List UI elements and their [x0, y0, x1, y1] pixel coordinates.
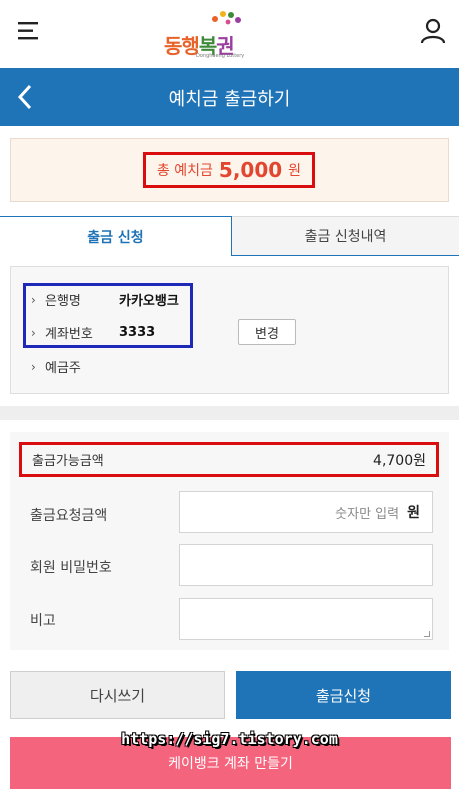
total-deposit-label: 총 예치금	[156, 163, 213, 179]
request-amount-unit: 원	[407, 505, 420, 521]
user-icon[interactable]	[420, 18, 446, 44]
page-header: 예치금 출금하기	[0, 68, 459, 126]
total-deposit-amount: 5,000	[218, 158, 283, 182]
reset-button[interactable]: 다시쓰기	[10, 671, 225, 719]
total-deposit-highlight: 총 예치금 5,000 원	[143, 152, 315, 188]
tab-withdraw-request[interactable]: 출금 신청	[0, 216, 232, 256]
chevron-right-icon: ›	[31, 325, 36, 340]
submit-withdraw-button[interactable]: 출금신청	[236, 671, 451, 719]
chevron-right-icon: ›	[31, 359, 36, 374]
withdraw-form: 출금가능금액 4,700원 출금요청금액 숫자만 입력 원 회원 비밀번호 비고	[10, 432, 449, 650]
bank-name-row: › 은행명 카카오뱅크	[31, 290, 179, 310]
tab-bar: 출금 신청 출금 신청내역	[0, 216, 459, 256]
available-amount-highlight: 출금가능금액 4,700원	[19, 442, 439, 477]
bank-name-label: 은행명	[45, 294, 81, 309]
account-number-value: 3333	[119, 325, 156, 340]
available-amount-label: 출금가능금액	[32, 454, 104, 469]
chevron-right-icon: ›	[31, 292, 36, 307]
account-info-box: › 은행명 카카오뱅크 › 계좌번호 3333 변경 › 예금주	[10, 266, 449, 394]
password-label: 회원 비밀번호	[30, 560, 112, 576]
request-amount-label: 출금요청금액	[30, 508, 108, 524]
memo-textarea[interactable]	[179, 598, 433, 640]
account-number-label: 계좌번호	[45, 327, 93, 342]
account-holder-row: › 예금주	[31, 357, 119, 377]
bank-name-value: 카카오뱅크	[119, 294, 179, 309]
tab-withdraw-history[interactable]: 출금 신청내역	[232, 216, 459, 256]
resize-handle-icon[interactable]	[424, 631, 430, 637]
page-title: 예치금 출금하기	[168, 89, 291, 110]
change-account-button[interactable]: 변경	[238, 319, 296, 345]
section-divider	[0, 406, 459, 420]
total-deposit-box: 총 예치금 5,000 원	[10, 138, 449, 202]
request-amount-placeholder: 숫자만 입력	[335, 506, 400, 522]
account-holder-label: 예금주	[45, 361, 81, 376]
account-number-row: › 계좌번호 3333	[31, 323, 155, 342]
top-bar: 동행복권 Donghaeng Lottery	[0, 0, 459, 68]
total-deposit-unit: 원	[288, 163, 302, 179]
available-amount-value: 4,700원	[373, 452, 426, 469]
password-input[interactable]	[179, 544, 433, 586]
memo-label: 비고	[30, 613, 56, 629]
menu-icon[interactable]	[18, 20, 40, 42]
app-logo[interactable]: 동행복권 Donghaeng Lottery	[160, 8, 260, 60]
request-amount-input[interactable]: 숫자만 입력 원	[179, 491, 433, 533]
watermark-url: https://sig7.tistory.com	[121, 730, 338, 748]
logo-subtitle: Donghaeng Lottery	[196, 53, 245, 59]
